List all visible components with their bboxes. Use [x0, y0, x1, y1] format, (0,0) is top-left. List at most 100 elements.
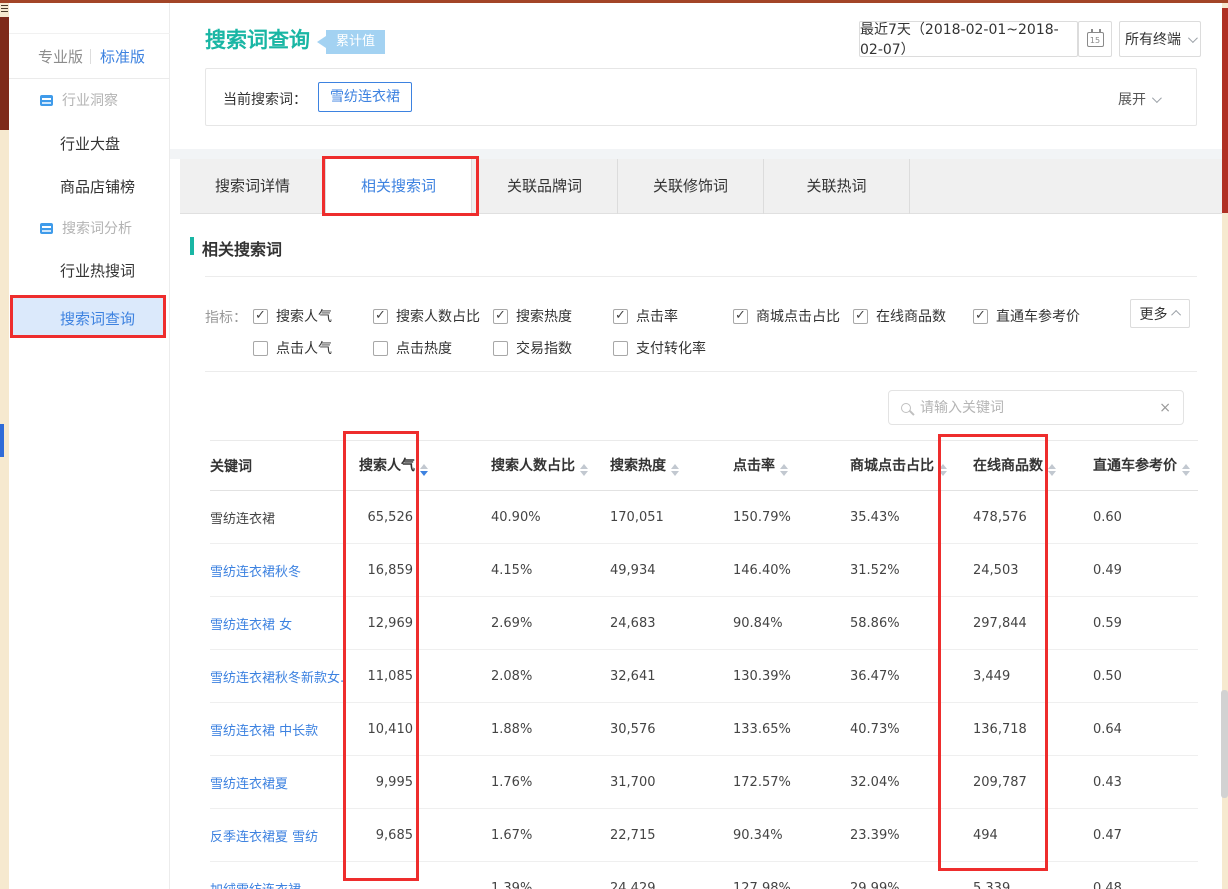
- calendar-icon: 15: [1087, 32, 1104, 47]
- cell: 36.47%: [848, 669, 968, 684]
- cell: 0.64: [1088, 722, 1198, 737]
- right-red-sliver: [1222, 8, 1228, 213]
- metrics-label: 指标：: [205, 307, 247, 327]
- checkbox-checked-icon[interactable]: [493, 309, 508, 324]
- cell: 133.65%: [728, 722, 848, 737]
- cell: 0.60: [1088, 510, 1198, 525]
- cell: 10,410: [345, 722, 413, 737]
- checkbox-checked-icon[interactable]: [253, 309, 268, 324]
- column-header-online-products: 在线商品数: [968, 455, 1088, 476]
- column-header-searcher-share: 搜索人数占比: [413, 455, 608, 476]
- tab-search-word-detail[interactable]: 搜索词详情: [180, 159, 326, 214]
- checkbox-checked-icon[interactable]: [973, 309, 988, 324]
- sort-icon[interactable]: [671, 464, 679, 476]
- metric-checkbox-click-heat[interactable]: 点击热度: [373, 338, 452, 358]
- checkbox-checked-icon[interactable]: [373, 309, 388, 324]
- cell: 2.69%: [413, 616, 608, 631]
- menu-icon[interactable]: [1, 5, 8, 13]
- checkbox-unchecked-icon[interactable]: [373, 341, 388, 356]
- keyword-link[interactable]: 雪纺连衣裙 中长款: [210, 720, 345, 739]
- more-label: 更多: [1140, 304, 1168, 324]
- sidebar-tab-pro-version[interactable]: 专业版: [38, 46, 83, 67]
- keyword-link[interactable]: 雪纺连衣裙夏: [210, 773, 345, 792]
- expand-toggle[interactable]: 展开: [1118, 89, 1159, 109]
- column-header-click-rate: 点击率: [728, 455, 848, 476]
- metric-checkbox-click-popularity[interactable]: 点击人气: [253, 338, 332, 358]
- cell: 297,844: [968, 616, 1088, 631]
- cell: 0.50: [1088, 669, 1198, 684]
- checkbox-checked-icon[interactable]: [853, 309, 868, 324]
- sidebar-item-hot-search-words[interactable]: 行业热搜词: [60, 260, 135, 281]
- cell: 478,576: [968, 510, 1088, 525]
- calendar-button[interactable]: 15: [1078, 21, 1112, 57]
- cell: 11,085: [345, 669, 413, 684]
- table-row: 雪纺连衣裙 中长款 10,410 1.88% 30,576 133.65% 40…: [210, 703, 1198, 756]
- cell: 146.40%: [728, 563, 848, 578]
- metric-checkbox-search-popularity[interactable]: 搜索人气: [253, 306, 332, 326]
- metric-checkbox-online-products[interactable]: 在线商品数: [853, 306, 946, 326]
- cell: 24,683: [608, 616, 728, 631]
- date-range-label: 最近7天（2018-02-01~2018-02-07）: [860, 19, 1077, 59]
- sidebar-item-product-shop-rank[interactable]: 商品店铺榜: [60, 176, 135, 197]
- cell: 40.90%: [413, 510, 608, 525]
- column-header-mall-click-share: 商城点击占比: [848, 455, 968, 476]
- metric-checkbox-ztc-price[interactable]: 直通车参考价: [973, 306, 1080, 326]
- keyword-link[interactable]: 反季连衣裙夏 雪纺: [210, 826, 345, 845]
- sort-icon[interactable]: [1182, 464, 1190, 476]
- tab-related-search-words[interactable]: 相关搜索词: [326, 159, 472, 214]
- related-search-table: 关键词 搜索人气 搜索人数占比 搜索热度 点击率 商城点击占比 在线商品数 直通…: [210, 440, 1198, 889]
- cell: 127.98%: [728, 881, 848, 889]
- sidebar-group-industry-insight[interactable]: 行业洞察: [40, 90, 118, 110]
- sort-icon[interactable]: [939, 464, 947, 476]
- sidebar-item-industry-market[interactable]: 行业大盘: [60, 133, 120, 154]
- sort-icon[interactable]: [1048, 464, 1056, 476]
- checkbox-checked-icon[interactable]: [733, 309, 748, 324]
- cell: 24,503: [968, 563, 1088, 578]
- metric-checkbox-search-heat[interactable]: 搜索热度: [493, 306, 572, 326]
- tab-related-modifier-words[interactable]: 关联修饰词: [618, 159, 764, 214]
- keyword-link[interactable]: 雪纺连衣裙秋冬: [210, 561, 345, 580]
- scrollbar-thumb[interactable]: [1221, 690, 1228, 798]
- cell: 29.99%: [848, 881, 968, 889]
- sidebar-tab-separator: [90, 49, 91, 64]
- keyword-search-input[interactable]: [920, 400, 1150, 416]
- device-filter-dropdown[interactable]: 所有终端: [1119, 21, 1201, 57]
- metric-checkbox-transaction-index[interactable]: 交易指数: [493, 338, 572, 358]
- metric-checkbox-payment-conversion[interactable]: 支付转化率: [613, 338, 706, 358]
- chevron-up-icon: [1171, 310, 1181, 320]
- cell: 0.48: [1088, 881, 1198, 889]
- cell: 49,934: [608, 563, 728, 578]
- sidebar-tab-standard-version[interactable]: 标准版: [100, 46, 145, 67]
- checkbox-unchecked-icon[interactable]: [493, 341, 508, 356]
- current-search-term-tag[interactable]: 雪纺连衣裙: [318, 82, 412, 112]
- cell: 494: [968, 828, 1088, 843]
- sidebar-item-search-word-query[interactable]: 搜索词查询: [60, 308, 135, 329]
- sort-icon[interactable]: [580, 464, 588, 476]
- cell: 130.39%: [728, 669, 848, 684]
- sidebar-divider: [9, 33, 170, 34]
- keyword-cell: 雪纺连衣裙: [210, 508, 345, 527]
- checkbox-unchecked-icon[interactable]: [253, 341, 268, 356]
- tab-related-brand-words[interactable]: 关联品牌词: [472, 159, 618, 214]
- metric-checkbox-searcher-share[interactable]: 搜索人数占比: [373, 306, 480, 326]
- metric-label: 在线商品数: [876, 306, 946, 326]
- keyword-link[interactable]: 加绒雪纺连衣裙: [210, 879, 345, 889]
- cell: 31.52%: [848, 563, 968, 578]
- metric-checkbox-click-rate[interactable]: 点击率: [613, 306, 678, 326]
- background-band: [170, 149, 1222, 159]
- current-search-label: 当前搜索词：: [223, 89, 307, 109]
- more-button[interactable]: 更多: [1130, 299, 1190, 328]
- checkbox-checked-icon[interactable]: [613, 309, 628, 324]
- date-range-selector[interactable]: 最近7天（2018-02-01~2018-02-07）: [859, 21, 1078, 57]
- checkbox-unchecked-icon[interactable]: [613, 341, 628, 356]
- clear-icon[interactable]: [1159, 400, 1171, 416]
- background-window-sliver: [0, 17, 9, 130]
- sort-icon[interactable]: [780, 464, 788, 476]
- badge-arrow: [317, 36, 326, 48]
- keyword-link[interactable]: 雪纺连衣裙 女: [210, 614, 345, 633]
- keyword-link[interactable]: 雪纺连衣裙秋冬新款女...: [210, 667, 345, 686]
- tab-related-hot-words[interactable]: 关联热词: [764, 159, 910, 214]
- metric-checkbox-mall-click-share[interactable]: 商城点击占比: [733, 306, 840, 326]
- cell: 58.86%: [848, 616, 968, 631]
- sidebar-group-search-analysis[interactable]: 搜索词分析: [40, 218, 132, 238]
